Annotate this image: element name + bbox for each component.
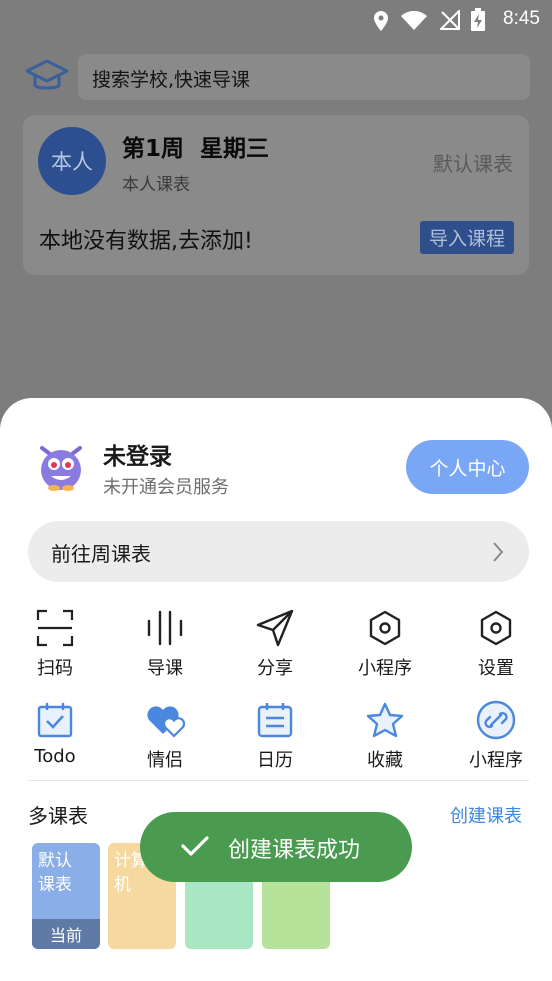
graduation-cap-icon[interactable]: [24, 58, 70, 96]
check-icon: [181, 836, 209, 856]
toast-message: 创建课表成功: [228, 838, 361, 863]
grid-label: 设置: [478, 658, 514, 679]
school-search-input[interactable]: 搜索学校,快速导课: [78, 54, 530, 100]
link-circle-icon: [476, 700, 516, 740]
import-bars-icon: [147, 610, 183, 646]
grid-label: 小程序: [469, 750, 523, 771]
table-tile-default[interactable]: 默认课表 当前: [32, 843, 100, 949]
star-icon: [366, 702, 404, 738]
mini-program-link-button[interactable]: 小程序: [441, 700, 551, 780]
chevron-right-icon: [493, 542, 504, 562]
share-send-icon: [256, 609, 294, 647]
favorites-button[interactable]: 收藏: [330, 700, 440, 780]
grid-label: 收藏: [367, 750, 403, 771]
scan-icon: [36, 609, 74, 647]
scan-button[interactable]: 扫码: [0, 608, 110, 688]
share-button[interactable]: 分享: [220, 608, 330, 688]
current-badge: 当前: [32, 919, 100, 949]
user-name[interactable]: 未登录: [103, 437, 172, 471]
calendar-check-icon: [37, 703, 73, 738]
status-bar: 8:45: [0, 0, 552, 40]
grid-label: 导课: [147, 658, 183, 679]
divider: [28, 780, 529, 781]
week-title: 第1周 星期三: [122, 136, 270, 162]
hearts-icon: [147, 706, 186, 738]
hexagon-icon: [369, 610, 401, 646]
grid-label: Todo: [34, 746, 76, 767]
create-table-link[interactable]: 创建课表: [450, 802, 522, 828]
settings-button[interactable]: 设置: [441, 608, 551, 688]
default-table-label[interactable]: 默认课表: [433, 148, 513, 177]
table-name: 默认课表: [38, 851, 72, 895]
schedule-card: 本人 第1周 星期三 本人课表 默认课表 本地没有数据,去添加! 导入课程: [23, 115, 529, 275]
grid-label: 情侣: [147, 750, 183, 771]
import-course-button[interactable]: 导入课程: [419, 221, 514, 254]
grid-label: 分享: [257, 658, 293, 679]
empty-message: 本地没有数据,去添加!: [39, 229, 253, 254]
calendar-button[interactable]: 日历: [220, 700, 330, 780]
go-week-schedule-row[interactable]: 前往周课表: [28, 521, 529, 582]
wifi-icon: [401, 11, 427, 30]
avatar[interactable]: 本人: [38, 127, 106, 195]
search-placeholder: 搜索学校,快速导课: [92, 69, 251, 91]
personal-center-button[interactable]: 个人中心: [406, 440, 529, 494]
settings-hexagon-icon: [480, 610, 512, 646]
mini-program-button[interactable]: 小程序: [330, 608, 440, 688]
success-toast: 创建课表成功: [140, 812, 412, 882]
membership-status: 未开通会员服务: [103, 477, 229, 498]
battery-charging-icon: [471, 8, 485, 31]
status-time: 8:45: [503, 8, 540, 29]
monster-avatar-icon[interactable]: [36, 440, 86, 492]
couple-button[interactable]: 情侣: [110, 700, 220, 780]
no-signal-icon: [440, 10, 460, 30]
table-owner-label: 本人课表: [122, 175, 190, 195]
go-week-schedule-label: 前往周课表: [51, 542, 151, 566]
grid-label: 小程序: [358, 658, 412, 679]
todo-button[interactable]: Todo: [0, 700, 110, 780]
grid-label: 扫码: [37, 658, 73, 679]
multi-table-title: 多课表: [28, 804, 88, 828]
location-icon: [374, 11, 388, 31]
import-course-grid-button[interactable]: 导课: [110, 608, 220, 688]
calendar-icon: [257, 703, 293, 738]
grid-label: 日历: [257, 750, 293, 771]
